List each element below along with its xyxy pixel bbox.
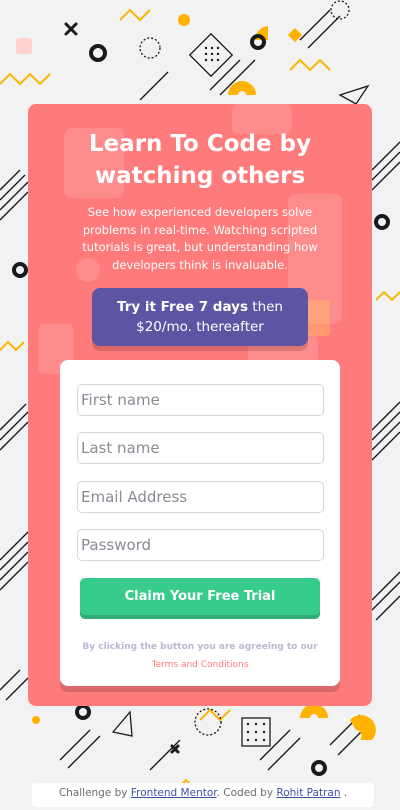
- attribution-suffix: .: [340, 787, 348, 799]
- email-input[interactable]: [77, 481, 324, 513]
- hero-card: Learn To Code by watching others See how…: [28, 104, 372, 706]
- hero-title: Learn To Code by watching others: [88, 131, 312, 189]
- terms-prefix: By clicking the button you are agreeing …: [82, 642, 318, 652]
- attribution: Challenge by Frontend Mentor. Coded by R…: [32, 783, 374, 807]
- promo-banner: Try it Free 7 days then $20/mo. thereaft…: [92, 288, 308, 346]
- frontend-mentor-link[interactable]: Frontend Mentor: [131, 787, 217, 799]
- author-link[interactable]: Rohit Patran: [276, 787, 340, 799]
- last-name-input[interactable]: [77, 432, 324, 464]
- signup-form: Claim Your Free Trial By clicking the bu…: [60, 360, 340, 686]
- terms-notice: By clicking the button you are agreeing …: [60, 638, 340, 674]
- claim-trial-button[interactable]: Claim Your Free Trial: [80, 578, 320, 615]
- terms-link[interactable]: Terms and Conditions: [152, 660, 249, 670]
- hero-description: See how experienced developers solve pro…: [82, 205, 318, 272]
- attribution-prefix: Challenge by: [58, 787, 131, 799]
- first-name-input[interactable]: [77, 384, 324, 416]
- promo-bold-text: Try it Free 7 days: [117, 299, 248, 315]
- attribution-middle: . Coded by: [216, 787, 277, 799]
- password-input[interactable]: [77, 529, 324, 561]
